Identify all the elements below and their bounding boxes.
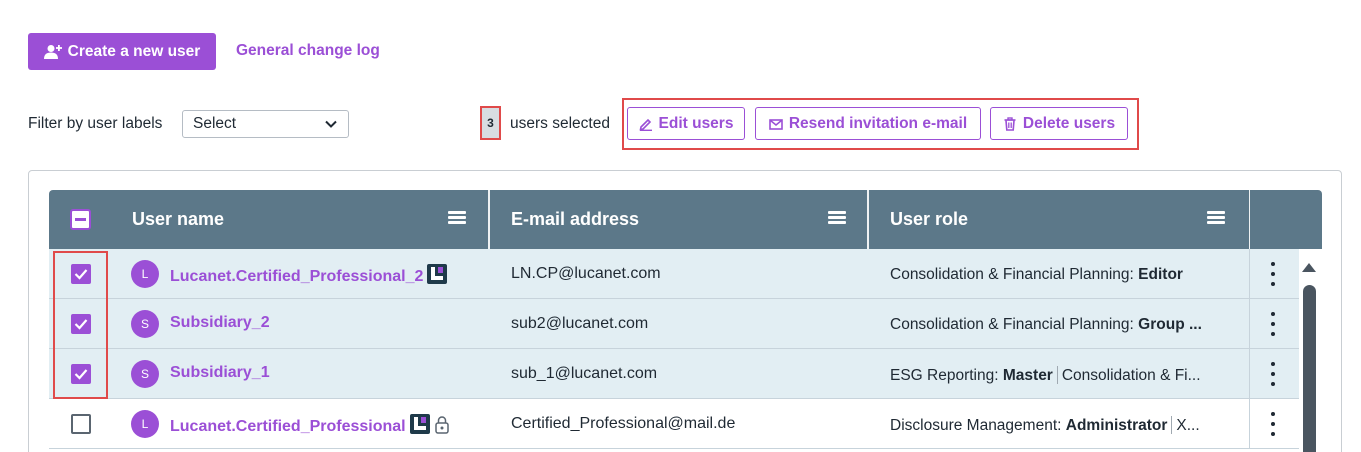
user-name-link[interactable]: Subsidiary_2: [170, 314, 270, 332]
role-area: ESG Reporting:: [890, 367, 999, 384]
user-label-filter-select[interactable]: Select: [182, 110, 349, 138]
selected-count-badge: 3: [480, 106, 501, 140]
role-divider: [1056, 366, 1058, 384]
column-header-label: User role: [890, 209, 969, 229]
role-level: Editor: [1138, 266, 1183, 283]
avatar: S: [131, 310, 159, 338]
role-area: Disclosure Management:: [890, 417, 1062, 434]
selected-count: 3: [487, 116, 494, 130]
users-selected-label: users selected: [510, 115, 610, 132]
filter-select-value: Select: [193, 115, 237, 132]
role-level: Administrator: [1065, 417, 1168, 434]
column-header-user-role[interactable]: User role: [890, 190, 968, 249]
table-row[interactable]: S Subsidiary_1 sub_1@lucanet.com ESG Rep…: [49, 349, 1299, 399]
general-change-log-link[interactable]: General change log: [236, 42, 380, 60]
column-header-user-name[interactable]: User name: [132, 190, 224, 249]
filter-label: Filter by user labels: [28, 115, 163, 132]
delete-users-label: Delete users: [1022, 114, 1116, 132]
user-role: ESG Reporting: Master Consolidation & Fi.…: [890, 366, 1222, 385]
table-row[interactable]: S Subsidiary_2 sub2@lucanet.com Consolid…: [49, 299, 1299, 349]
column-menu-icon[interactable]: [1207, 211, 1225, 225]
row-actions-icon[interactable]: [1269, 412, 1277, 436]
indeterminate-icon: [75, 218, 86, 221]
user-name-link[interactable]: Lucanet.Certified_Professional_2: [170, 264, 448, 286]
scroll-up-icon[interactable]: [1302, 263, 1316, 272]
column-divider[interactable]: [867, 190, 869, 249]
role-level: Master: [1002, 367, 1053, 384]
column-divider: [1249, 190, 1250, 249]
scrollbar-thumb[interactable]: [1303, 285, 1316, 452]
role-more: X...: [1176, 417, 1200, 434]
user-name: Lucanet.Certified_Professional: [170, 418, 406, 435]
envelope-icon: [769, 118, 783, 130]
trash-icon: [1004, 116, 1016, 131]
users-table: User name E-mail address User role L Luc…: [49, 190, 1322, 452]
pencil-icon: [638, 118, 652, 131]
column-divider: [1249, 399, 1250, 449]
edit-users-button[interactable]: Edit users: [627, 107, 745, 140]
user-email: sub_1@lucanet.com: [511, 365, 658, 382]
avatar: L: [131, 410, 159, 438]
chevron-down-icon: [325, 120, 337, 128]
table-row[interactable]: L Lucanet.Certified_Professional_2 LN.CP…: [49, 249, 1299, 299]
role-area: Consolidation & Financial Planning:: [890, 266, 1134, 283]
checkbox-column-highlight: [53, 251, 108, 399]
role-level: Group ...: [1138, 316, 1202, 333]
user-name: Lucanet.Certified_Professional_2: [170, 268, 424, 285]
column-menu-icon[interactable]: [448, 211, 466, 225]
resend-invitation-label: Resend invitation e-mail: [788, 114, 968, 132]
table-header: User name E-mail address User role: [49, 190, 1322, 249]
row-actions-icon[interactable]: [1269, 362, 1277, 386]
column-divider[interactable]: [488, 190, 490, 249]
user-role: Consolidation & Financial Planning: Edit…: [890, 266, 1222, 284]
column-header-label: E-mail address: [511, 209, 640, 229]
row-actions-icon[interactable]: [1269, 312, 1277, 336]
lucanet-logo-icon: [427, 264, 448, 284]
create-user-button[interactable]: Create a new user: [28, 33, 216, 70]
lucanet-logo-icon: [409, 414, 430, 434]
column-divider: [1249, 249, 1250, 299]
lock-icon: [434, 416, 449, 434]
column-divider: [1249, 349, 1250, 399]
role-divider: [1171, 416, 1173, 434]
column-divider: [1249, 299, 1250, 349]
avatar: S: [131, 360, 159, 388]
user-name-link[interactable]: Lucanet.Certified_Professional: [170, 414, 450, 436]
add-user-icon: [43, 44, 62, 59]
role-area: Consolidation & Financial Planning:: [890, 316, 1134, 333]
row-actions-icon[interactable]: [1269, 262, 1277, 286]
delete-users-button[interactable]: Delete users: [990, 107, 1128, 140]
user-email: Certified_Professional@mail.de: [511, 415, 736, 432]
column-menu-icon[interactable]: [828, 211, 846, 225]
role-more: Consolidation & Fi...: [1061, 367, 1201, 384]
user-role: Disclosure Management: Administrator X...: [890, 416, 1222, 435]
create-user-label: Create a new user: [67, 42, 201, 60]
row-checkbox[interactable]: [71, 414, 91, 434]
user-name-link[interactable]: Subsidiary_1: [170, 364, 270, 382]
user-email: LN.CP@lucanet.com: [511, 265, 661, 282]
column-header-email[interactable]: E-mail address: [511, 190, 639, 249]
user-email: sub2@lucanet.com: [511, 315, 649, 332]
column-header-label: User name: [132, 209, 225, 229]
table-row[interactable]: L Lucanet.Certified_Professional Certifi…: [49, 399, 1299, 449]
user-name: Subsidiary_2: [170, 314, 270, 331]
user-name: Subsidiary_1: [170, 364, 270, 381]
user-role: Consolidation & Financial Planning: Grou…: [890, 316, 1222, 334]
select-all-checkbox[interactable]: [70, 209, 91, 230]
resend-invitation-button[interactable]: Resend invitation e-mail: [755, 107, 981, 140]
avatar: L: [131, 260, 159, 288]
edit-users-label: Edit users: [658, 114, 734, 132]
